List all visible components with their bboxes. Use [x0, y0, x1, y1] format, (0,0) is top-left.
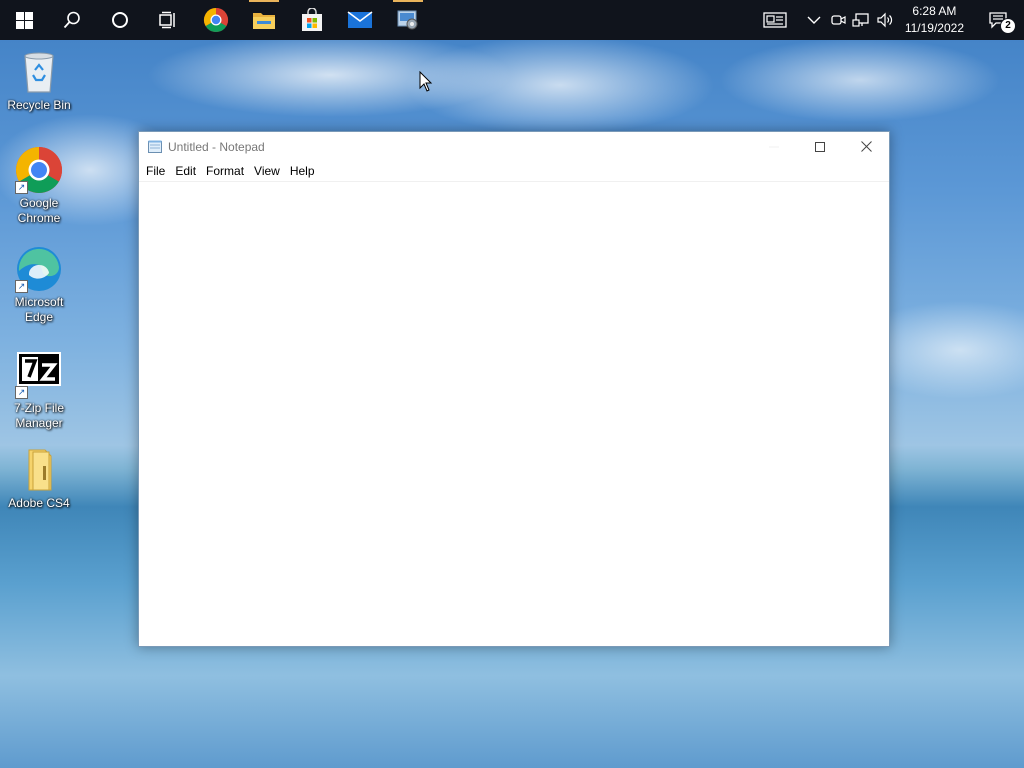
network-icon — [852, 13, 869, 27]
cortana-circle-icon — [112, 12, 128, 28]
notepad-icon — [148, 140, 162, 153]
meet-now-icon — [831, 15, 846, 25]
desktop-icon-google-chrome[interactable]: ↗ Google Chrome — [4, 146, 74, 226]
minimize-button[interactable] — [751, 132, 797, 161]
mail-icon — [347, 11, 373, 28]
taskbar-chrome[interactable] — [192, 0, 240, 40]
desktop-icon-label: Adobe CS4 — [8, 496, 70, 510]
menu-view[interactable]: View — [249, 161, 285, 181]
chrome-icon — [203, 7, 229, 33]
mouse-cursor-icon — [419, 71, 433, 92]
clock[interactable]: 6:28 AM 11/19/2022 — [897, 3, 972, 37]
text-editor[interactable] — [139, 182, 889, 646]
show-hidden-icons[interactable] — [801, 0, 827, 40]
desktop-icon-adobe-cs4[interactable]: Adobe CS4 — [4, 446, 74, 511]
task-view-icon — [159, 11, 175, 29]
title-bar[interactable]: Untitled - Notepad — [139, 132, 889, 161]
system-tray: 6:28 AM 11/19/2022 2 — [755, 0, 1024, 40]
start-button[interactable] — [0, 0, 48, 40]
desktop-icon-label: Recycle Bin — [7, 98, 71, 112]
volume[interactable] — [873, 0, 897, 40]
notepad-window: Untitled - Notepad File Edit Format View… — [138, 131, 890, 647]
folder-icon — [253, 13, 275, 29]
desktop-icon-label: 7-Zip File Manager — [13, 401, 64, 430]
windows-logo-icon — [15, 11, 33, 29]
desktop-icon-label: Google Chrome — [17, 196, 61, 225]
clock-date: 11/19/2022 — [904, 21, 964, 35]
maximize-button[interactable] — [797, 132, 843, 161]
store-bag-icon — [302, 8, 322, 31]
news-widget[interactable] — [755, 0, 801, 40]
notification-count-badge: 2 — [1000, 18, 1016, 34]
maximize-icon — [815, 141, 825, 152]
menu-help[interactable]: Help — [285, 161, 320, 181]
desktop-icon-recycle-bin[interactable]: Recycle Bin — [4, 48, 74, 113]
taskbar-store[interactable] — [288, 0, 336, 40]
meet-now[interactable] — [827, 0, 849, 40]
desktop-icon-7zip[interactable]: ↗ 7-Zip File Manager — [4, 351, 74, 431]
speaker-icon — [877, 12, 892, 28]
desktop-icon-label: Microsoft Edge — [14, 295, 64, 324]
taskbar-mail[interactable] — [336, 0, 384, 40]
close-button[interactable] — [843, 132, 889, 161]
news-icon — [763, 12, 787, 28]
desktop-icon-microsoft-edge[interactable]: ↗ Microsoft Edge — [4, 245, 74, 325]
taskbar: 6:28 AM 11/19/2022 2 — [0, 0, 1024, 40]
menu-edit[interactable]: Edit — [170, 161, 201, 181]
window-title: Untitled - Notepad — [168, 139, 265, 154]
folder-icon — [28, 449, 52, 491]
menu-bar: File Edit Format View Help — [139, 161, 889, 182]
minimize-icon — [769, 146, 779, 147]
control-panel-icon — [397, 10, 418, 30]
close-icon — [860, 141, 872, 152]
action-center-button[interactable]: 2 — [972, 0, 1024, 40]
task-view-button[interactable] — [144, 0, 192, 40]
shortcut-arrow-icon: ↗ — [15, 181, 28, 194]
taskbar-file-explorer[interactable] — [240, 0, 288, 40]
cortana-button[interactable] — [96, 0, 144, 40]
search-button[interactable] — [48, 0, 96, 40]
recycle-bin-icon — [24, 52, 54, 93]
chevron-up-icon — [807, 16, 821, 24]
shortcut-arrow-icon: ↗ — [15, 386, 28, 399]
menu-file[interactable]: File — [141, 161, 170, 181]
taskbar-control-panel[interactable] — [384, 0, 432, 40]
network[interactable] — [849, 0, 873, 40]
shortcut-arrow-icon: ↗ — [15, 280, 28, 293]
menu-format[interactable]: Format — [201, 161, 249, 181]
search-icon — [63, 11, 80, 29]
clock-time: 6:28 AM — [912, 4, 957, 18]
